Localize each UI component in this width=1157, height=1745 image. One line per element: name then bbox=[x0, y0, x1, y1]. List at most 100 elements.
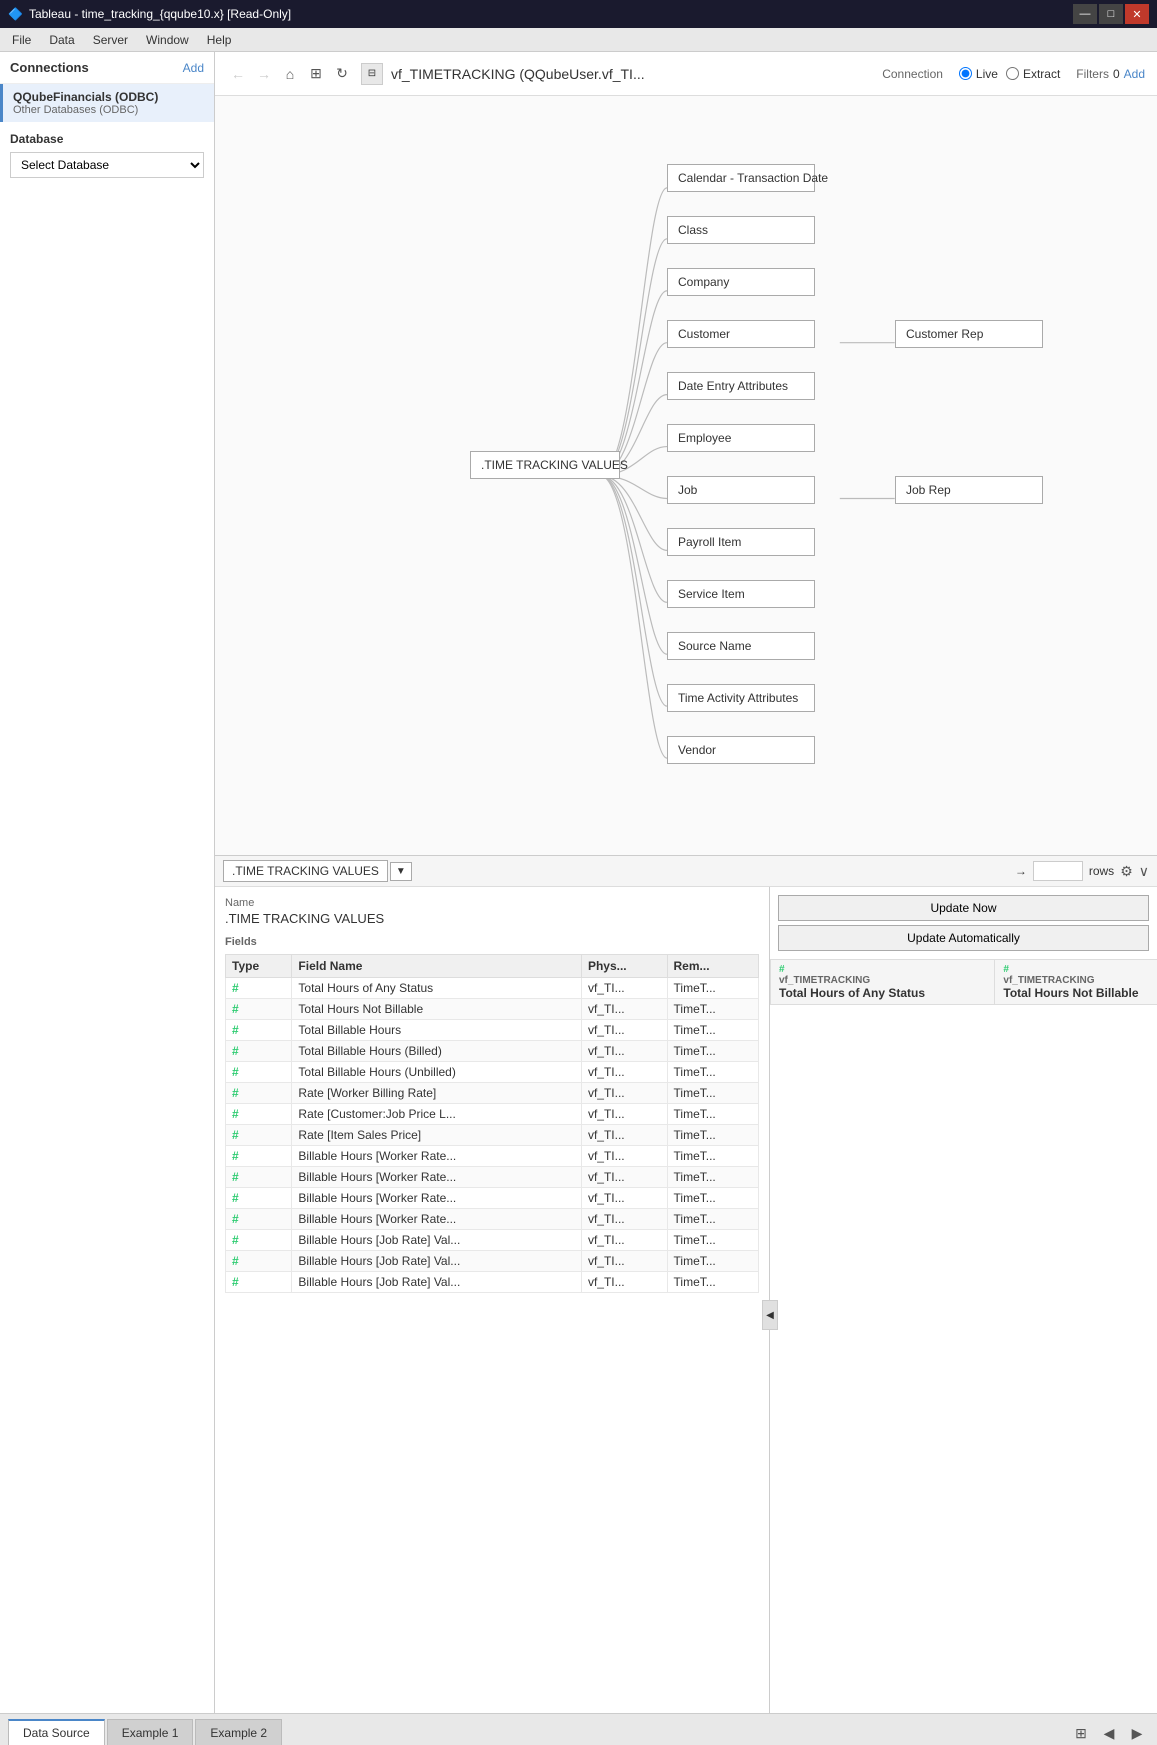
main-table-label: .TIME TRACKING VALUES bbox=[481, 458, 628, 472]
tab-example2-label: Example 2 bbox=[210, 1726, 267, 1740]
refresh-button[interactable]: ↻ bbox=[331, 63, 353, 85]
field-type: # bbox=[226, 1167, 292, 1188]
field-phys: vf_TI... bbox=[581, 1167, 667, 1188]
field-type: # bbox=[226, 978, 292, 999]
menu-data[interactable]: Data bbox=[41, 31, 82, 49]
datasource-name: vf_TIMETRACKING (QQubeUser.vf_TI... bbox=[391, 66, 645, 82]
close-button[interactable]: ✕ bbox=[1125, 4, 1149, 24]
field-type: # bbox=[226, 1209, 292, 1230]
table-row: # Billable Hours [Job Rate] Val... vf_TI… bbox=[226, 1272, 759, 1293]
table-box-job[interactable]: Job bbox=[667, 476, 815, 504]
field-rem: TimeT... bbox=[667, 1188, 758, 1209]
table-row: # Rate [Worker Billing Rate] vf_TI... Ti… bbox=[226, 1083, 759, 1104]
field-rem: TimeT... bbox=[667, 1230, 758, 1251]
expand-button[interactable]: ∨ bbox=[1139, 863, 1149, 880]
table-selector-value[interactable]: .TIME TRACKING VALUES bbox=[223, 860, 388, 882]
filters-section: Filters 0 Add bbox=[1076, 67, 1145, 81]
forward-button[interactable]: → bbox=[253, 63, 275, 85]
field-rem: TimeT... bbox=[667, 1251, 758, 1272]
connections-title: Connections bbox=[10, 60, 89, 75]
field-rem: TimeT... bbox=[667, 1041, 758, 1062]
col2-source: vf_TIMETRACKING bbox=[1003, 975, 1157, 986]
back-button[interactable]: ← bbox=[227, 63, 249, 85]
table-box-source[interactable]: Source Name bbox=[667, 632, 815, 660]
live-radio[interactable] bbox=[959, 67, 972, 80]
update-now-button[interactable]: Update Now bbox=[778, 895, 1149, 921]
table-box-cal[interactable]: Calendar - Transaction Date bbox=[667, 164, 815, 192]
table-row: # Billable Hours [Worker Rate... vf_TI..… bbox=[226, 1167, 759, 1188]
table-row: # Rate [Customer:Job Price L... vf_TI...… bbox=[226, 1104, 759, 1125]
menu-file[interactable]: File bbox=[4, 31, 39, 49]
table-row: # Billable Hours [Worker Rate... vf_TI..… bbox=[226, 1146, 759, 1167]
field-rem: TimeT... bbox=[667, 1020, 758, 1041]
scroll-left-tab-button[interactable]: ◀ bbox=[1097, 1721, 1121, 1745]
rows-input[interactable] bbox=[1033, 861, 1083, 881]
field-type: # bbox=[226, 1230, 292, 1251]
col1-name: Total Hours of Any Status bbox=[779, 986, 986, 1000]
menu-help[interactable]: Help bbox=[199, 31, 240, 49]
title-bar-controls: — □ ✕ bbox=[1073, 4, 1149, 24]
table-row: # Total Billable Hours (Unbilled) vf_TI.… bbox=[226, 1062, 759, 1083]
table-box-class[interactable]: Class bbox=[667, 216, 815, 244]
table-box-employee[interactable]: Employee bbox=[667, 424, 815, 452]
table-box-dateentry[interactable]: Date Entry Attributes bbox=[667, 372, 815, 400]
scroll-right-tab-button[interactable]: ▶ bbox=[1125, 1721, 1149, 1745]
filters-add-link[interactable]: Add bbox=[1124, 67, 1145, 81]
filters-label: Filters bbox=[1076, 67, 1109, 81]
menu-window[interactable]: Window bbox=[138, 31, 197, 49]
field-name: Rate [Item Sales Price] bbox=[292, 1125, 582, 1146]
field-phys: vf_TI... bbox=[581, 999, 667, 1020]
field-rem: TimeT... bbox=[667, 1083, 758, 1104]
field-name: Billable Hours [Job Rate] Val... bbox=[292, 1251, 582, 1272]
table-box-customerrep[interactable]: Customer Rep bbox=[895, 320, 1043, 348]
main-table-box[interactable]: .TIME TRACKING VALUES bbox=[470, 451, 620, 479]
extract-option[interactable]: Extract bbox=[1006, 67, 1060, 81]
live-option[interactable]: Live bbox=[959, 67, 998, 81]
table-box-payroll[interactable]: Payroll Item bbox=[667, 528, 815, 556]
col1-type: # bbox=[779, 964, 986, 975]
field-name: Billable Hours [Worker Rate... bbox=[292, 1167, 582, 1188]
tab-example2[interactable]: Example 2 bbox=[195, 1719, 282, 1745]
settings-button[interactable]: ⚙ bbox=[1120, 863, 1133, 880]
preview-table: # vf_TIMETRACKING Total Hours of Any Sta… bbox=[770, 959, 1157, 1005]
field-type: # bbox=[226, 1041, 292, 1062]
arrow-right: → bbox=[1015, 864, 1027, 878]
field-rem: TimeT... bbox=[667, 1272, 758, 1293]
menu-server[interactable]: Server bbox=[85, 31, 136, 49]
minimize-button[interactable]: — bbox=[1073, 4, 1097, 24]
connection-item[interactable]: QQubeFinancials (ODBC) Other Databases (… bbox=[0, 84, 214, 122]
tab-data-source[interactable]: Data Source bbox=[8, 1719, 105, 1745]
field-type: # bbox=[226, 1083, 292, 1104]
tab-data-source-label: Data Source bbox=[23, 1726, 90, 1740]
collapse-panel-button[interactable]: ◀ bbox=[762, 1300, 778, 1330]
table-box-customer[interactable]: Customer bbox=[667, 320, 815, 348]
table-box-service[interactable]: Service Item bbox=[667, 580, 815, 608]
table-box-vendor[interactable]: Vendor bbox=[667, 736, 815, 764]
extract-label: Extract bbox=[1023, 67, 1060, 81]
screenshot-button[interactable]: ⊞ bbox=[305, 63, 327, 85]
col2-name: Total Hours Not Billable bbox=[1003, 986, 1157, 1000]
name-label: Name bbox=[225, 897, 759, 909]
home-button[interactable]: ⌂ bbox=[279, 63, 301, 85]
table-box-timeactivity[interactable]: Time Activity Attributes bbox=[667, 684, 815, 712]
extract-radio[interactable] bbox=[1006, 67, 1019, 80]
table-selector-dropdown[interactable]: ▼ bbox=[390, 862, 412, 881]
table-row: # Total Hours Not Billable vf_TI... Time… bbox=[226, 999, 759, 1020]
field-name: Billable Hours [Worker Rate... bbox=[292, 1188, 582, 1209]
add-sheet-button[interactable]: ⊞ bbox=[1069, 1721, 1093, 1745]
maximize-button[interactable]: □ bbox=[1099, 4, 1123, 24]
field-rem: TimeT... bbox=[667, 999, 758, 1020]
database-select[interactable]: Select Database bbox=[10, 152, 204, 178]
tab-example1-label: Example 1 bbox=[122, 1726, 179, 1740]
preview-col-2: # vf_TIMETRACKING Total Hours Not Billab… bbox=[995, 960, 1157, 1005]
table-box-company[interactable]: Company bbox=[667, 268, 815, 296]
table-row: # Total Hours of Any Status vf_TI... Tim… bbox=[226, 978, 759, 999]
field-phys: vf_TI... bbox=[581, 1209, 667, 1230]
tab-example1[interactable]: Example 1 bbox=[107, 1719, 194, 1745]
field-name: Total Billable Hours (Unbilled) bbox=[292, 1062, 582, 1083]
field-phys: vf_TI... bbox=[581, 1251, 667, 1272]
update-auto-button[interactable]: Update Automatically bbox=[778, 925, 1149, 951]
field-phys: vf_TI... bbox=[581, 1041, 667, 1062]
table-box-jobrep[interactable]: Job Rep bbox=[895, 476, 1043, 504]
add-connection-link[interactable]: Add bbox=[183, 61, 204, 75]
